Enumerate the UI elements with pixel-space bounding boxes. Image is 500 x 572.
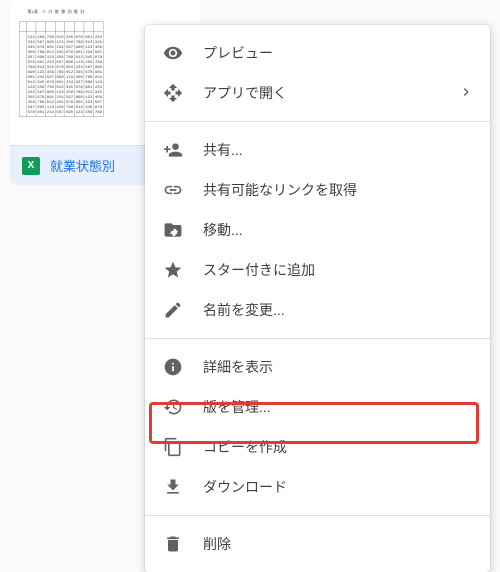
menu-label: ダウンロード [203, 477, 474, 497]
menu-make-copy[interactable]: コピーを作成 [145, 427, 490, 467]
menu-label: スター付きに追加 [203, 260, 474, 280]
file-name: 就業状態別 [50, 156, 115, 175]
menu-label: プレビュー [203, 43, 474, 63]
chevron-right-icon [458, 84, 474, 103]
divider [145, 121, 490, 122]
menu-label: 名前を変更... [203, 300, 474, 320]
menu-star[interactable]: スター付きに追加 [145, 250, 490, 290]
download-icon [163, 477, 183, 497]
thumb-table: ┌──┬───┬───┬───┬───┬───┬───┬───┬───┐ │ │… [18, 21, 104, 120]
link-icon [163, 180, 183, 200]
menu-label: 詳細を表示 [203, 357, 474, 377]
open-with-icon [163, 83, 183, 103]
menu-label: 版を管理... [203, 397, 474, 417]
excel-icon: X [22, 157, 40, 175]
divider [145, 515, 490, 516]
person-add-icon [163, 140, 183, 160]
folder-move-icon [163, 220, 183, 240]
menu-download[interactable]: ダウンロード [145, 467, 490, 507]
menu-label: 削除 [203, 534, 474, 554]
trash-icon [163, 534, 183, 554]
history-icon [163, 397, 183, 417]
menu-get-link[interactable]: 共有可能なリンクを取得 [145, 170, 490, 210]
menu-label: アプリで開く [203, 83, 458, 103]
divider [145, 338, 490, 339]
menu-share[interactable]: 共有... [145, 130, 490, 170]
menu-label: コピーを作成 [203, 437, 474, 457]
thumb-title: 第1表 人 口 推 移 別 推 計 [28, 11, 85, 15]
menu-label: 共有可能なリンクを取得 [203, 180, 474, 200]
menu-rename[interactable]: 名前を変更... [145, 290, 490, 330]
info-icon [163, 357, 183, 377]
menu-label: 移動... [203, 220, 474, 240]
edit-icon [163, 300, 183, 320]
menu-preview[interactable]: プレビュー [145, 33, 490, 73]
star-icon [163, 260, 183, 280]
menu-open-with[interactable]: アプリで開く [145, 73, 490, 113]
context-menu: プレビュー アプリで開く 共有... 共有可能なリンクを取得 移動... スタ [145, 25, 490, 572]
menu-versions[interactable]: 版を管理... [145, 387, 490, 427]
menu-move[interactable]: 移動... [145, 210, 490, 250]
eye-icon [163, 43, 183, 63]
copy-icon [163, 437, 183, 457]
menu-delete[interactable]: 削除 [145, 524, 490, 564]
menu-label: 共有... [203, 140, 474, 160]
menu-details[interactable]: 詳細を表示 [145, 347, 490, 387]
